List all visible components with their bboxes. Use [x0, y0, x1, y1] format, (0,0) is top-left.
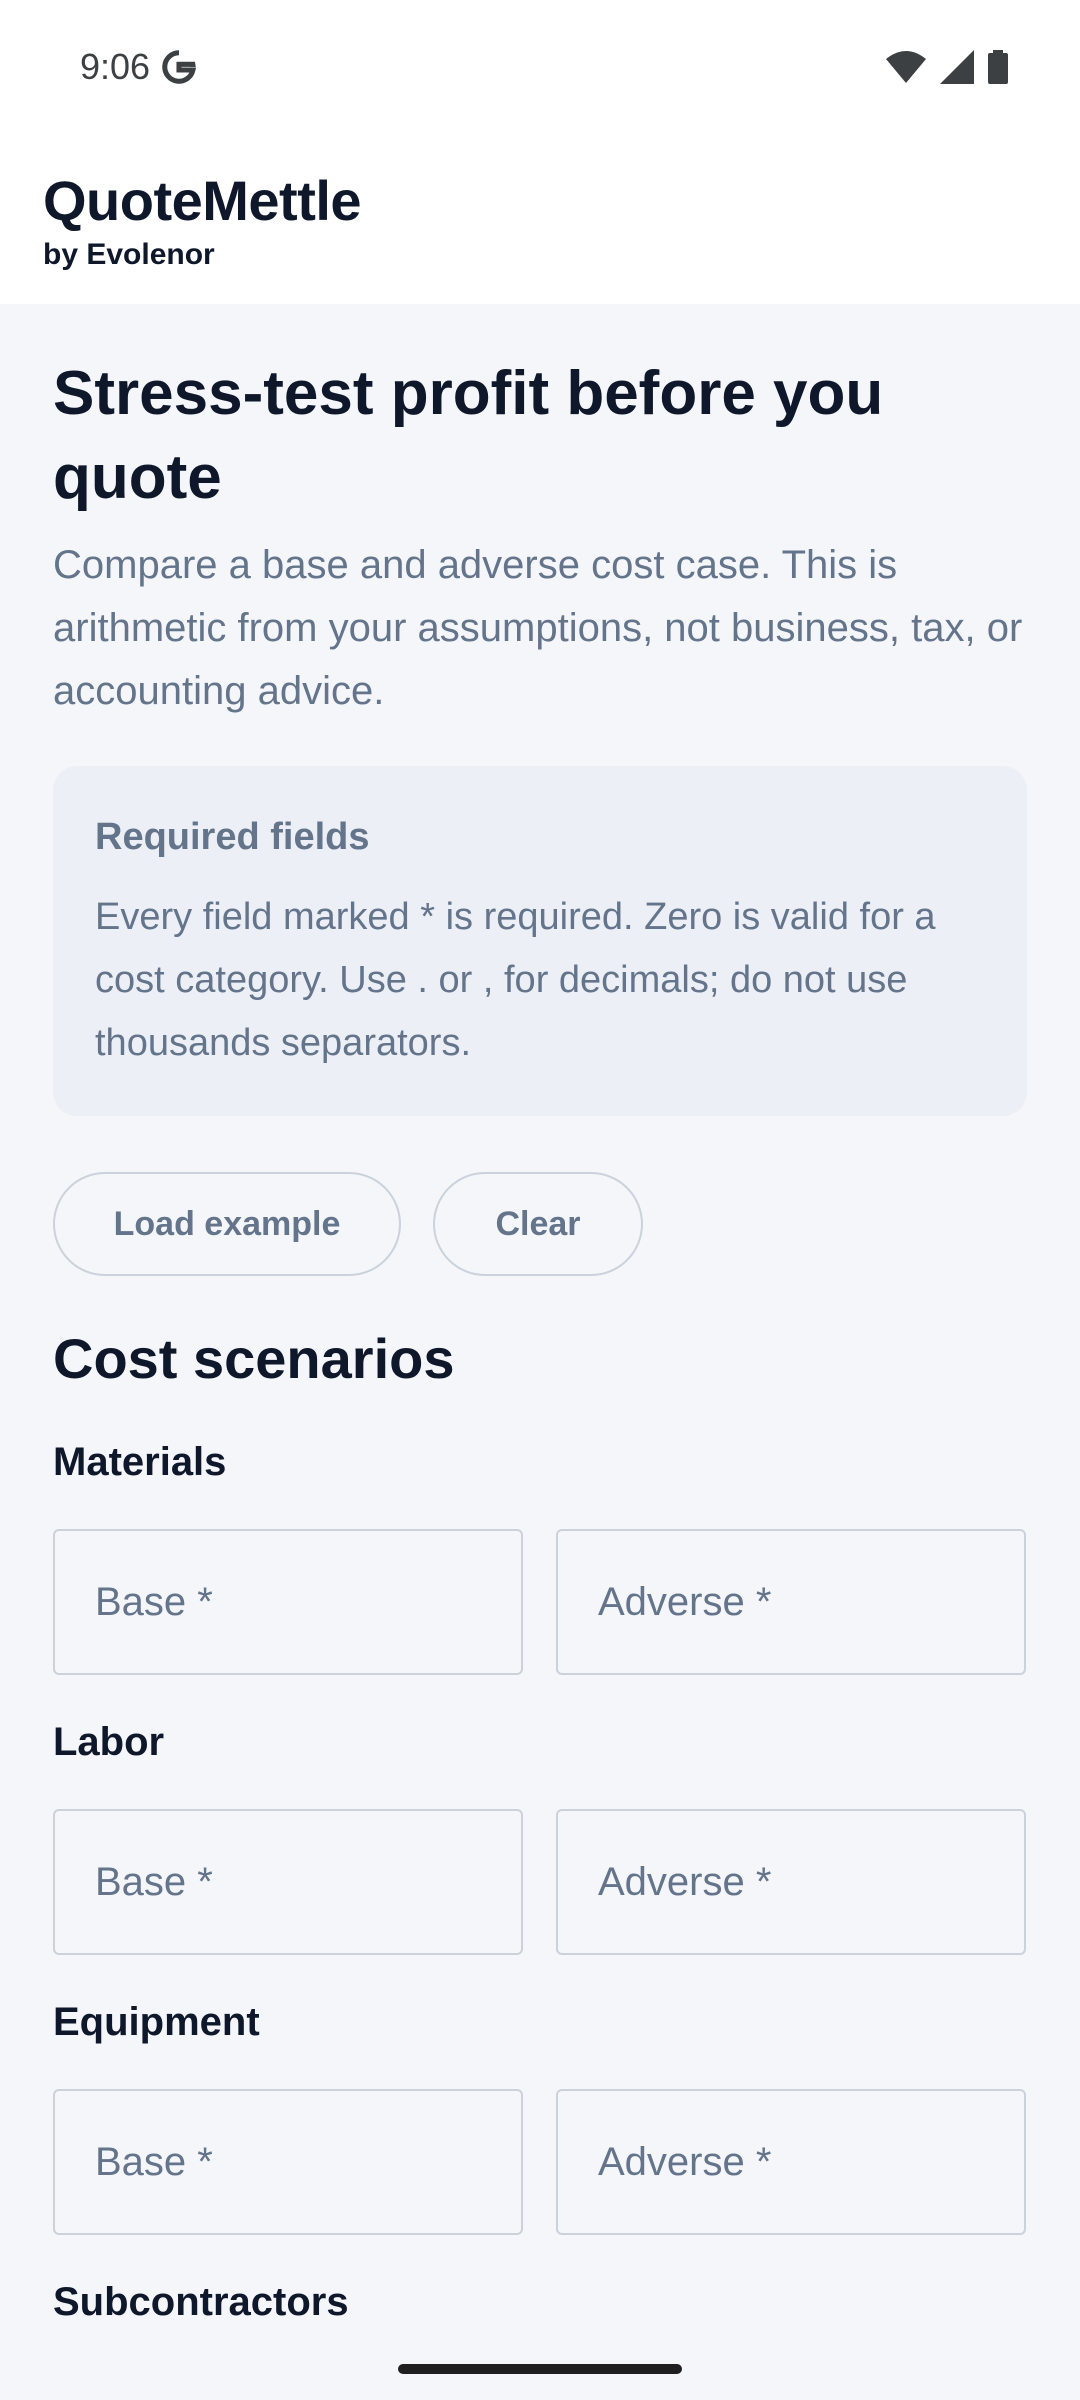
status-icons [886, 50, 1008, 84]
materials-base-input[interactable] [53, 1529, 523, 1675]
required-fields-text: Every field marked * is required. Zero i… [95, 896, 936, 1064]
cost-scenarios-title: Cost scenarios [53, 1327, 455, 1390]
app-subtitle: by Evolenor [43, 238, 215, 271]
labor-base-input[interactable] [53, 1809, 523, 1955]
status-bar: 9:06 [0, 0, 1080, 134]
clear-button[interactable]: Clear [433, 1172, 643, 1276]
google-g-icon [162, 50, 197, 84]
subcontractors-label: Subcontractors [53, 2280, 349, 2324]
equipment-base-input[interactable] [53, 2089, 523, 2235]
page-title: Stress-test profit before you quote [53, 359, 884, 512]
load-example-button[interactable]: Load example [53, 1172, 401, 1276]
cell-signal-icon [940, 50, 974, 84]
materials-adverse-input[interactable] [556, 1529, 1026, 1675]
materials-label: Materials [53, 1440, 227, 1484]
equipment-label: Equipment [53, 2000, 260, 2044]
wifi-icon [886, 51, 926, 83]
required-fields-card: Required fields Every field marked * is … [53, 766, 1027, 1116]
equipment-adverse-input[interactable] [556, 2089, 1026, 2235]
gesture-nav-handle[interactable] [398, 2364, 682, 2374]
battery-icon [988, 50, 1008, 84]
labor-adverse-input[interactable] [556, 1809, 1026, 1955]
app-header: QuoteMettle by Evolenor [0, 134, 1080, 304]
labor-label: Labor [53, 1720, 165, 1764]
page-description: Compare a base and adverse cost case. Th… [53, 543, 1023, 713]
required-fields-title: Required fields [95, 816, 370, 858]
status-time: 9:06 [80, 46, 151, 87]
app-title: QuoteMettle [43, 169, 362, 232]
